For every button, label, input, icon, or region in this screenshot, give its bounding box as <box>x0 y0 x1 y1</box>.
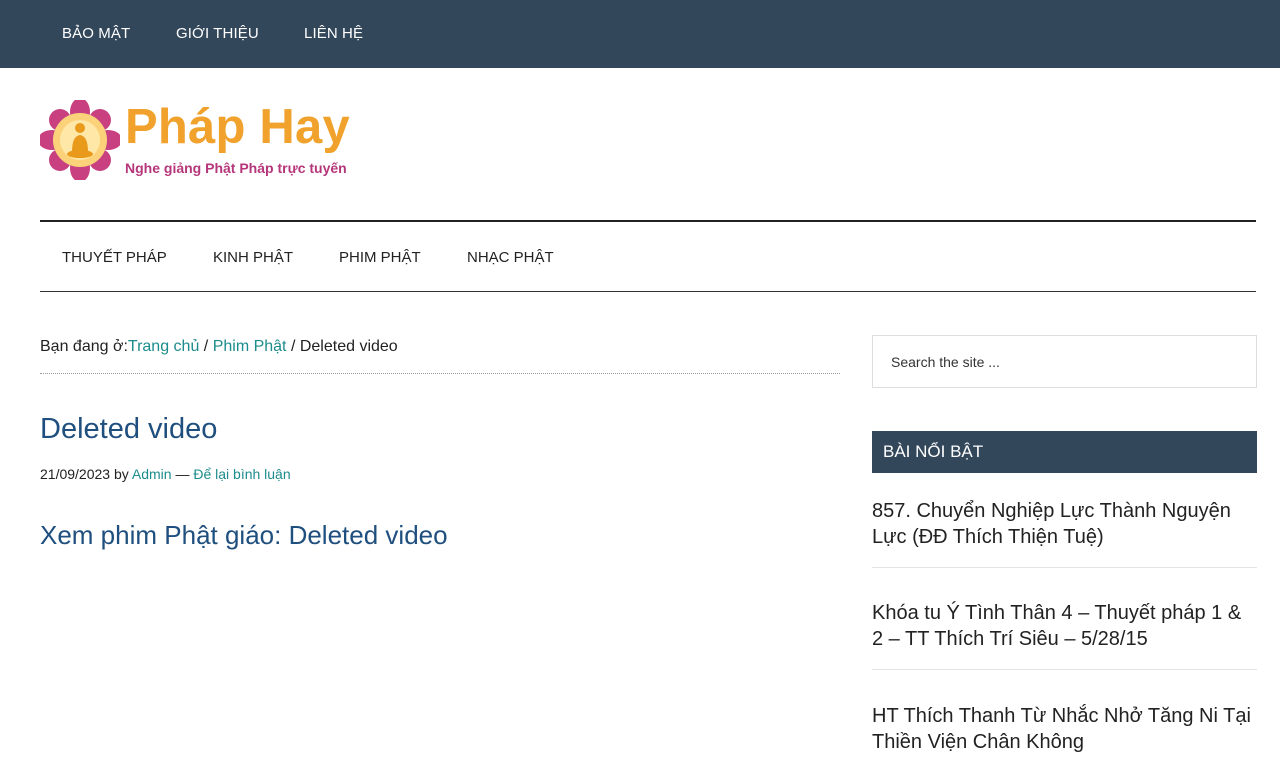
breadcrumb: Bạn đang ở:Trang chủ / Phim Phật / Delet… <box>40 338 840 374</box>
main-nav: THUYẾT PHÁP KINH PHẬT PHIM PHẬT NHẠC PHẬ… <box>40 220 1256 292</box>
lotus-buddha-icon <box>40 100 120 180</box>
post-date: 21/09/2023 <box>40 466 111 482</box>
search-input[interactable] <box>872 335 1257 388</box>
site-title[interactable]: Pháp Hay <box>125 98 350 156</box>
featured-post-link[interactable]: HT Thích Thanh Từ Nhắc Nhở Tăng Ni Tại T… <box>872 703 1257 755</box>
post-author-link[interactable]: Admin <box>132 466 172 482</box>
post-by-label: by <box>110 466 132 482</box>
post-meta: 21/09/2023 by Admin — Để lại bình luận <box>40 466 291 482</box>
breadcrumb-separator: / <box>286 338 300 355</box>
post-meta-dash: — <box>171 466 194 482</box>
main-nav-item-kinh-phat[interactable]: KINH PHẬT <box>213 249 293 266</box>
site-logo[interactable]: Pháp Hay Nghe giảng Phật Pháp trực tuyến <box>40 98 380 184</box>
featured-posts-heading: BÀI NỔI BẬT <box>872 431 1257 473</box>
main-nav-item-thuyet-phap[interactable]: THUYẾT PHÁP <box>62 249 167 266</box>
featured-post-link[interactable]: 857. Chuyển Nghiệp Lực Thành Nguyện Lực … <box>872 498 1257 550</box>
breadcrumb-home-link[interactable]: Trang chủ <box>128 338 199 355</box>
featured-post-item: HT Thích Thanh Từ Nhắc Nhở Tăng Ni Tại T… <box>872 703 1257 773</box>
post-comment-link[interactable]: Để lại bình luận <box>193 466 290 482</box>
top-nav-bar: BẢO MẬT GIỚI THIỆU LIÊN HỆ <box>0 0 1280 68</box>
post-title: Deleted video <box>40 413 218 445</box>
breadcrumb-prefix: Bạn đang ở: <box>40 338 128 355</box>
breadcrumb-category-link[interactable]: Phim Phật <box>213 338 287 355</box>
site-tagline: Nghe giảng Phật Pháp trực tuyến <box>125 160 347 176</box>
breadcrumb-separator: / <box>199 338 213 355</box>
top-nav-item-gioi-thieu[interactable]: GIỚI THIỆU <box>176 25 259 42</box>
breadcrumb-current: Deleted video <box>299 338 398 355</box>
main-nav-item-nhac-phat[interactable]: NHẠC PHẬT <box>467 249 554 266</box>
post-subtitle: Xem phim Phật giáo: Deleted video <box>40 520 448 550</box>
top-nav-item-lien-he[interactable]: LIÊN HỆ <box>304 25 363 42</box>
top-nav-item-bao-mat[interactable]: BẢO MẬT <box>62 25 130 42</box>
featured-post-link[interactable]: Khóa tu Ý Tình Thân 4 – Thuyết pháp 1 & … <box>872 600 1257 652</box>
main-nav-item-phim-phat[interactable]: PHIM PHẬT <box>339 249 421 266</box>
featured-post-item: 857. Chuyển Nghiệp Lực Thành Nguyện Lực … <box>872 498 1257 568</box>
featured-post-item: Khóa tu Ý Tình Thân 4 – Thuyết pháp 1 & … <box>872 600 1257 670</box>
